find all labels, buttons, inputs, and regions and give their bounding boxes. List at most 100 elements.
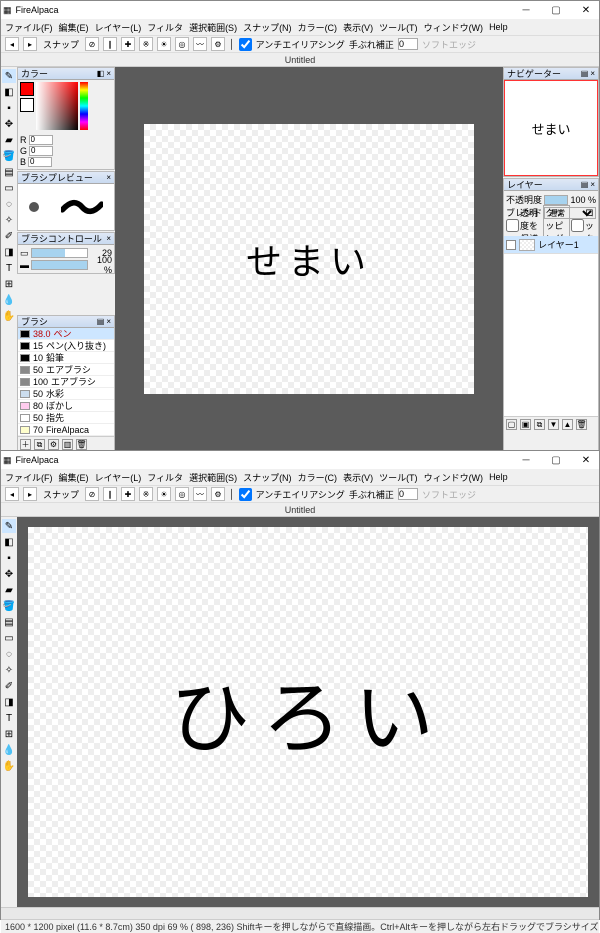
- hand-tool[interactable]: ✋: [2, 759, 16, 773]
- new-folder-button[interactable]: ▣: [520, 419, 531, 430]
- menu-color[interactable]: カラー(C): [298, 471, 338, 484]
- gradient-tool[interactable]: ▤: [2, 165, 16, 179]
- nav-fwd-button[interactable]: ▸: [23, 487, 37, 501]
- menu-help[interactable]: Help: [489, 472, 508, 482]
- canvas-tab[interactable]: Untitled: [1, 53, 599, 67]
- brush-row[interactable]: 15ペン(入り抜き): [18, 340, 114, 352]
- opacity-slider[interactable]: [31, 260, 88, 270]
- menu-select[interactable]: 選択範囲(S): [189, 21, 237, 34]
- canvas-area[interactable]: せまい: [115, 67, 503, 451]
- menu-layer[interactable]: レイヤー(L): [95, 21, 142, 34]
- wand-tool[interactable]: ✧: [2, 213, 16, 227]
- menu-view[interactable]: 表示(V): [343, 471, 373, 484]
- menu-window[interactable]: ウィンドウ(W): [424, 471, 484, 484]
- brush-row[interactable]: 50指先: [18, 412, 114, 424]
- menu-file[interactable]: ファイル(F): [5, 471, 53, 484]
- nav-fwd-button[interactable]: ▸: [23, 37, 37, 51]
- new-layer-button[interactable]: ▢: [506, 419, 517, 430]
- canvas-tab[interactable]: Untitled: [1, 503, 599, 517]
- g-input[interactable]: [29, 146, 53, 156]
- nav-back-button[interactable]: ◂: [5, 487, 19, 501]
- menu-view[interactable]: 表示(V): [343, 21, 373, 34]
- bucket-tool[interactable]: 🪣: [2, 599, 16, 613]
- minimize-button[interactable]: ─: [515, 453, 537, 467]
- dup-layer-button[interactable]: ⧉: [534, 419, 545, 430]
- eye-icon[interactable]: [506, 240, 516, 250]
- selpen-tool[interactable]: ✐: [2, 679, 16, 693]
- move-tool[interactable]: ✥: [2, 117, 16, 131]
- panel-mode-icon[interactable]: ◧: [97, 69, 105, 78]
- menu-layer[interactable]: レイヤー(L): [95, 471, 142, 484]
- panel-menu-icon[interactable]: ▤: [97, 317, 105, 326]
- panel-close-icon[interactable]: ×: [590, 69, 595, 78]
- panel-menu-icon[interactable]: ▤: [581, 69, 589, 78]
- select-lasso-tool[interactable]: ◌: [2, 647, 16, 661]
- dot-tool[interactable]: ▪: [2, 551, 16, 565]
- dot-tool[interactable]: ▪: [2, 101, 16, 115]
- eraser-tool[interactable]: ◧: [2, 535, 16, 549]
- r-input[interactable]: [29, 135, 53, 145]
- b-input[interactable]: [28, 157, 52, 167]
- divide-tool[interactable]: ⊞: [2, 277, 16, 291]
- fill-tool[interactable]: ▰: [2, 133, 16, 147]
- menu-edit[interactable]: 編集(E): [59, 21, 89, 34]
- layer-item[interactable]: レイヤー1: [504, 236, 598, 254]
- snap-curve-button[interactable]: 〰: [193, 37, 207, 51]
- brush-row[interactable]: 80ぼかし: [18, 400, 114, 412]
- seleraser-tool[interactable]: ◨: [2, 245, 16, 259]
- nav-back-button[interactable]: ◂: [5, 37, 19, 51]
- correction-input[interactable]: [398, 38, 418, 50]
- menu-file[interactable]: ファイル(F): [5, 21, 53, 34]
- snap-circle-button[interactable]: ◎: [175, 37, 189, 51]
- antialias-checkbox[interactable]: [239, 38, 252, 51]
- lock-checkbox[interactable]: [571, 219, 584, 232]
- snap-radial-button[interactable]: ☀: [157, 37, 171, 51]
- eyedropper-tool[interactable]: 💧: [2, 293, 16, 307]
- panel-close-icon[interactable]: ×: [590, 180, 595, 189]
- close-button[interactable]: ✕: [575, 453, 597, 467]
- menu-help[interactable]: Help: [489, 22, 508, 32]
- merge-layer-button[interactable]: ▼: [548, 419, 559, 430]
- menu-select[interactable]: 選択範囲(S): [189, 471, 237, 484]
- navigator-view[interactable]: せまい: [504, 80, 598, 176]
- gradient-tool[interactable]: ▤: [2, 615, 16, 629]
- protect-checkbox[interactable]: [506, 219, 519, 232]
- select-rect-tool[interactable]: ▭: [2, 181, 16, 195]
- brush-settings-button[interactable]: ⚙: [48, 439, 59, 450]
- text-tool[interactable]: T: [2, 261, 16, 275]
- wand-tool[interactable]: ✧: [2, 663, 16, 677]
- menu-filter[interactable]: フィルタ: [147, 21, 183, 34]
- text-tool[interactable]: T: [2, 711, 16, 725]
- brush-row[interactable]: 70FireAlpaca: [18, 424, 114, 436]
- snap-curve-button[interactable]: 〰: [193, 487, 207, 501]
- canvas-area[interactable]: ひろい: [17, 517, 599, 907]
- maximize-button[interactable]: ▢: [545, 3, 567, 17]
- move-tool[interactable]: ✥: [2, 567, 16, 581]
- snap-config-button[interactable]: ⚙: [211, 37, 225, 51]
- dup-brush-button[interactable]: ⧉: [34, 439, 45, 450]
- menu-filter[interactable]: フィルタ: [147, 471, 183, 484]
- menu-edit[interactable]: 編集(E): [59, 471, 89, 484]
- del-brush-button[interactable]: 🗑: [76, 439, 87, 450]
- minimize-button[interactable]: ─: [515, 3, 537, 17]
- menu-tool[interactable]: ツール(T): [379, 21, 418, 34]
- snap-cross-button[interactable]: ✚: [121, 37, 135, 51]
- menu-color[interactable]: カラー(C): [298, 21, 338, 34]
- close-button[interactable]: ✕: [575, 3, 597, 17]
- menu-window[interactable]: ウィンドウ(W): [424, 21, 484, 34]
- select-lasso-tool[interactable]: ◌: [2, 197, 16, 211]
- del-layer-button[interactable]: 🗑: [576, 419, 587, 430]
- layer-opacity-slider[interactable]: [544, 195, 568, 205]
- hue-slider[interactable]: [80, 82, 88, 130]
- antialias-checkbox[interactable]: [239, 488, 252, 501]
- brush-row[interactable]: 100エアブラシ: [18, 376, 114, 388]
- hsv-picker[interactable]: [36, 82, 78, 130]
- scrollbar-h[interactable]: [1, 907, 599, 919]
- eraser-tool[interactable]: ◧: [2, 85, 16, 99]
- maximize-button[interactable]: ▢: [545, 453, 567, 467]
- bucket-tool[interactable]: 🪣: [2, 149, 16, 163]
- menu-snap[interactable]: スナップ(N): [243, 21, 292, 34]
- snap-circle-button[interactable]: ◎: [175, 487, 189, 501]
- add-brush-button[interactable]: ＋: [20, 439, 31, 450]
- eyedropper-tool[interactable]: 💧: [2, 743, 16, 757]
